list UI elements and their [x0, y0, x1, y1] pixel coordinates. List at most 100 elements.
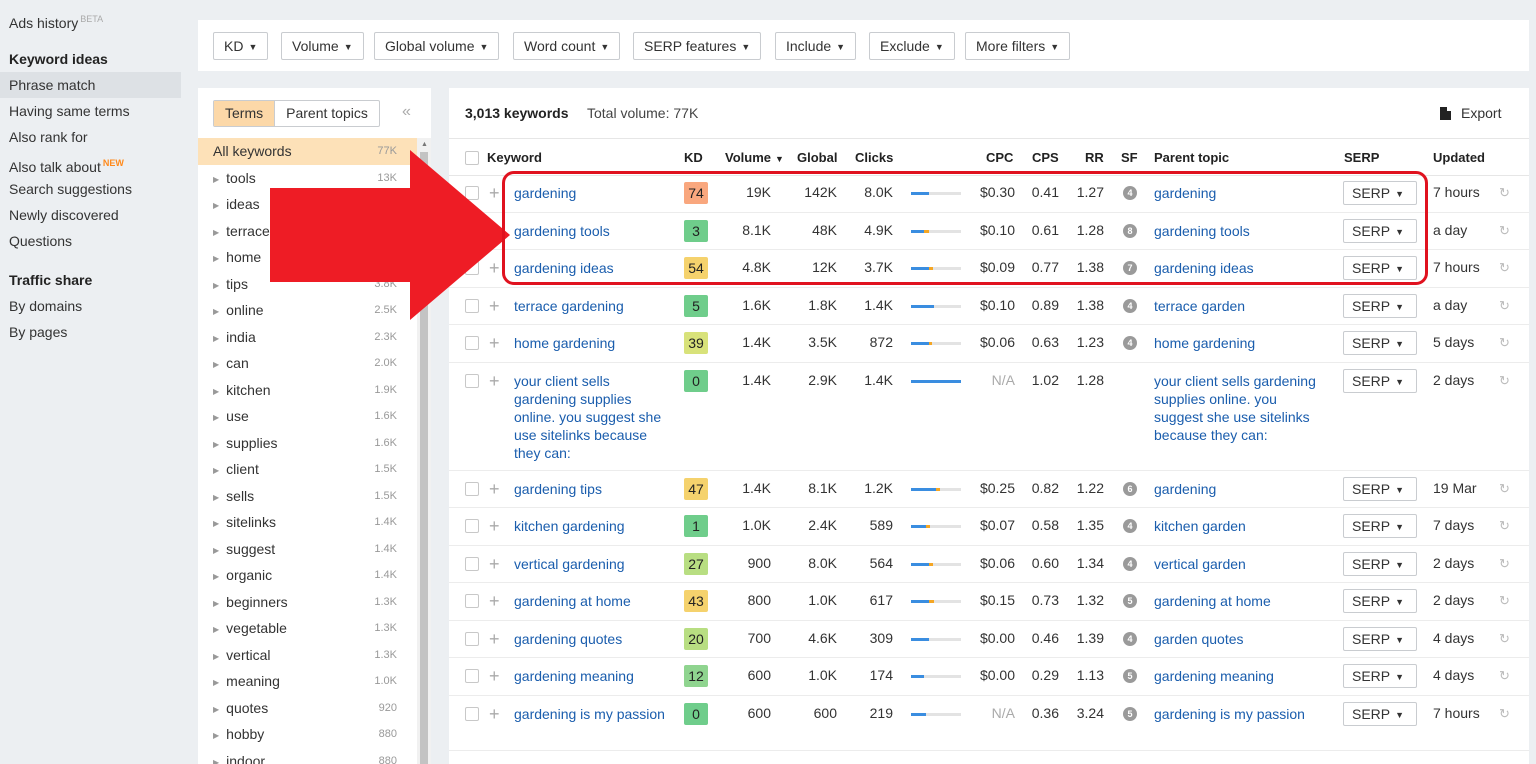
add-plus-icon[interactable]: +	[489, 334, 500, 352]
nav-questions[interactable]: Questions	[9, 228, 72, 254]
column-header-parent-topic[interactable]: Parent topic	[1154, 150, 1229, 165]
filter-include-button[interactable]: Include ▼	[775, 32, 857, 60]
refresh-icon[interactable]: ↻	[1499, 481, 1510, 497]
row-checkbox[interactable]	[465, 669, 479, 683]
refresh-icon[interactable]: ↻	[1499, 223, 1510, 239]
expand-triangle-icon[interactable]: ▶	[213, 599, 219, 608]
serp-dropdown-button[interactable]: SERP ▼	[1343, 626, 1417, 651]
keyword-link[interactable]: gardening tips	[514, 480, 674, 498]
term-item[interactable]: ▶ organic 1.4K	[198, 562, 417, 589]
tab-terms[interactable]: Terms	[214, 101, 276, 126]
keyword-link[interactable]: your client sells gardening supplies onl…	[514, 372, 674, 462]
nav-by-pages[interactable]: By pages	[9, 319, 67, 345]
expand-triangle-icon[interactable]: ▶	[213, 758, 219, 764]
expand-triangle-icon[interactable]: ▶	[213, 519, 219, 528]
keyword-link[interactable]: terrace gardening	[514, 297, 674, 315]
expand-triangle-icon[interactable]: ▶	[213, 440, 219, 449]
refresh-icon[interactable]: ↻	[1499, 260, 1510, 276]
nav-also-talk-about[interactable]: Also talk about NEW	[9, 150, 124, 176]
refresh-icon[interactable]: ↻	[1499, 668, 1510, 684]
nav-phrase-match[interactable]: Phrase match	[0, 72, 181, 98]
column-header-rr[interactable]: RR	[1085, 150, 1104, 165]
term-item[interactable]: ▶ can 2.0K	[198, 350, 417, 377]
column-header-clicks[interactable]: Clicks	[855, 150, 893, 165]
serp-dropdown-button[interactable]: SERP ▼	[1343, 664, 1417, 688]
expand-triangle-icon[interactable]: ▶	[213, 334, 219, 343]
refresh-icon[interactable]: ↻	[1499, 556, 1510, 572]
column-header-updated[interactable]: Updated	[1433, 150, 1485, 165]
nav-newly-discovered[interactable]: Newly discovered	[9, 202, 119, 228]
term-item[interactable]: ▶ india 2.3K	[198, 324, 417, 351]
expand-triangle-icon[interactable]: ▶	[213, 678, 219, 687]
refresh-icon[interactable]: ↻	[1499, 593, 1510, 609]
serp-dropdown-button[interactable]: SERP ▼	[1343, 589, 1417, 613]
expand-triangle-icon[interactable]: ▶	[213, 307, 219, 316]
row-checkbox[interactable]	[465, 373, 479, 388]
filter-exclude-button[interactable]: Exclude ▼	[869, 32, 955, 60]
nav-also-rank-for[interactable]: Also rank for	[9, 124, 88, 150]
expand-triangle-icon[interactable]: ▶	[213, 546, 219, 555]
keyword-link[interactable]: gardening quotes	[514, 630, 674, 648]
serp-dropdown-button[interactable]: SERP ▼	[1343, 331, 1417, 355]
add-plus-icon[interactable]: +	[489, 372, 500, 390]
refresh-icon[interactable]: ↻	[1499, 706, 1510, 722]
keyword-link[interactable]: gardening at home	[514, 592, 674, 610]
add-plus-icon[interactable]: +	[489, 480, 500, 498]
keyword-link[interactable]: vertical gardening	[514, 555, 674, 573]
parent-topic-link[interactable]: gardening at home	[1154, 592, 1329, 610]
term-item[interactable]: ▶ suggest 1.4K	[198, 536, 417, 563]
serp-dropdown-button[interactable]: SERP ▼	[1343, 476, 1417, 501]
add-plus-icon[interactable]: +	[489, 630, 500, 648]
refresh-icon[interactable]: ↻	[1499, 298, 1510, 314]
term-item[interactable]: ▶ sitelinks 1.4K	[198, 509, 417, 536]
serp-dropdown-button[interactable]: SERP ▼	[1343, 701, 1417, 726]
term-item[interactable]: ▶ vertical 1.3K	[198, 642, 417, 669]
filter-global-volume-button[interactable]: Global volume ▼	[374, 32, 500, 60]
filter-kd-button[interactable]: KD ▼	[213, 32, 269, 60]
term-item[interactable]: ▶ supplies 1.6K	[198, 430, 417, 457]
nav-having-same-terms[interactable]: Having same terms	[9, 98, 130, 124]
term-item[interactable]: ▶ use 1.6K	[198, 403, 417, 430]
filter-word-count-button[interactable]: Word count ▼	[513, 32, 621, 60]
filter-more-filters-button[interactable]: More filters ▼	[965, 32, 1071, 60]
expand-triangle-icon[interactable]: ▶	[213, 572, 219, 581]
row-checkbox[interactable]	[465, 336, 479, 350]
filter-serp-features-button[interactable]: SERP features ▼	[633, 32, 762, 60]
term-item[interactable]: ▶ client 1.5K	[198, 456, 417, 483]
expand-triangle-icon[interactable]: ▶	[213, 360, 219, 369]
parent-topic-link[interactable]: gardening is my passion	[1154, 705, 1329, 723]
column-header-cpc[interactable]: CPC	[986, 150, 1013, 165]
parent-topic-link[interactable]: terrace garden	[1154, 297, 1329, 315]
term-item[interactable]: ▶ hobby 880	[198, 721, 417, 748]
term-item[interactable]: ▶ beginners 1.3K	[198, 589, 417, 616]
parent-topic-link[interactable]: vertical garden	[1154, 555, 1329, 573]
term-item[interactable]: ▶ meaning 1.0K	[198, 668, 417, 695]
keyword-link[interactable]: gardening meaning	[514, 667, 674, 685]
refresh-icon[interactable]: ↻	[1499, 335, 1510, 351]
parent-topic-link[interactable]: home gardening	[1154, 334, 1329, 352]
row-checkbox[interactable]	[465, 556, 479, 571]
column-header-sf[interactable]: SF	[1121, 150, 1138, 165]
term-item[interactable]: ▶ kitchen 1.9K	[198, 377, 417, 404]
expand-triangle-icon[interactable]: ▶	[213, 387, 219, 396]
term-item[interactable]: ▶ indoor 880	[198, 748, 417, 764]
collapse-panel-icon[interactable]: «	[402, 103, 411, 121]
term-item[interactable]: ▶ sells 1.5K	[198, 483, 417, 510]
row-checkbox[interactable]	[465, 481, 479, 496]
parent-topic-link[interactable]: garden quotes	[1154, 630, 1329, 648]
expand-triangle-icon[interactable]: ▶	[213, 228, 219, 237]
serp-dropdown-button[interactable]: SERP ▼	[1343, 514, 1417, 538]
expand-triangle-icon[interactable]: ▶	[213, 413, 219, 422]
term-item[interactable]: ▶ quotes 920	[198, 695, 417, 722]
parent-topic-link[interactable]: kitchen garden	[1154, 517, 1329, 535]
refresh-icon[interactable]: ↻	[1499, 373, 1510, 389]
add-plus-icon[interactable]: +	[489, 592, 500, 610]
add-plus-icon[interactable]: +	[489, 555, 500, 573]
expand-triangle-icon[interactable]: ▶	[213, 652, 219, 661]
expand-triangle-icon[interactable]: ▶	[213, 466, 219, 475]
refresh-icon[interactable]: ↻	[1499, 518, 1510, 534]
expand-triangle-icon[interactable]: ▶	[213, 175, 219, 184]
keyword-link[interactable]: kitchen gardening	[514, 517, 674, 535]
serp-dropdown-button[interactable]: SERP ▼	[1343, 368, 1417, 393]
parent-topic-link[interactable]: gardening meaning	[1154, 667, 1329, 685]
